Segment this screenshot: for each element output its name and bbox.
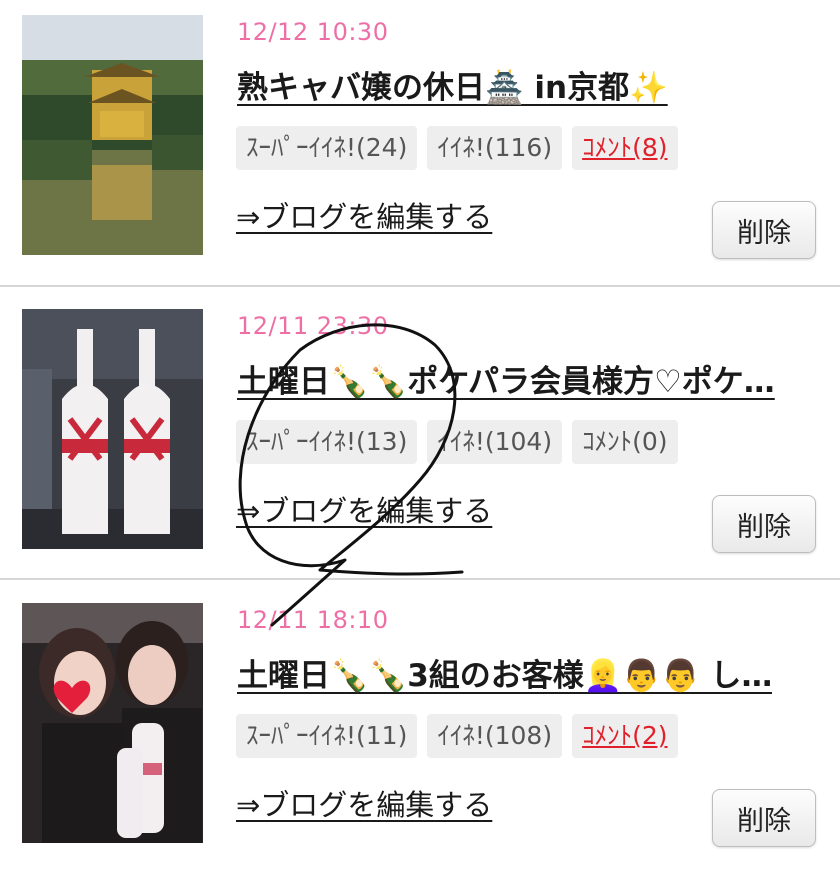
reaction-badges: ｽｰﾊﾟｰｲｲﾈ!(11) ｲｲﾈ!(108) ｺﾒﾝﾄ(2): [236, 714, 678, 758]
edit-blog-link[interactable]: ⇒ブログを編集する: [236, 488, 492, 530]
post-thumbnail[interactable]: [22, 15, 203, 255]
comment-badge[interactable]: ｺﾒﾝﾄ(0): [572, 420, 678, 464]
reaction-badges: ｽｰﾊﾟｰｲｲﾈ!(13) ｲｲﾈ!(104) ｺﾒﾝﾄ(0): [236, 420, 678, 464]
comment-badge[interactable]: ｺﾒﾝﾄ(2): [572, 714, 678, 758]
delete-button[interactable]: 削除: [712, 789, 816, 847]
divider: [0, 578, 840, 580]
blog-post-1: 12/12 10:30 熟キャバ嬢の休日🏯 in京都✨ ｽｰﾊﾟｰｲｲﾈ!(24…: [0, 0, 840, 292]
post-thumbnail[interactable]: [22, 603, 203, 843]
post-title-link[interactable]: 土曜日🍾🍾3組のお客様👱‍♀️👨👨 し…: [237, 650, 772, 695]
reaction-badges: ｽｰﾊﾟｰｲｲﾈ!(24) ｲｲﾈ!(116) ｺﾒﾝﾄ(8): [236, 126, 678, 170]
comment-badge[interactable]: ｺﾒﾝﾄ(8): [572, 126, 678, 170]
like-badge[interactable]: ｲｲﾈ!(116): [427, 126, 563, 170]
blog-post-2: 12/11 23:30 土曜日🍾🍾ポケパラ会員様方♡ポケ… ｽｰﾊﾟｰｲｲﾈ!(…: [0, 293, 840, 585]
delete-button[interactable]: 削除: [712, 201, 816, 259]
like-badge[interactable]: ｲｲﾈ!(104): [427, 420, 563, 464]
edit-blog-link[interactable]: ⇒ブログを編集する: [236, 782, 492, 824]
post-date: 12/11 23:30: [237, 312, 389, 340]
post-thumbnail[interactable]: [22, 309, 203, 549]
post-date: 12/11 18:10: [237, 606, 389, 634]
super-like-badge[interactable]: ｽｰﾊﾟｰｲｲﾈ!(13): [236, 420, 418, 464]
super-like-badge[interactable]: ｽｰﾊﾟｰｲｲﾈ!(24): [236, 126, 418, 170]
blog-post-3: 12/11 18:10 土曜日🍾🍾3組のお客様👱‍♀️👨👨 し… ｽｰﾊﾟｰｲｲ…: [0, 586, 840, 878]
super-like-badge[interactable]: ｽｰﾊﾟｰｲｲﾈ!(11): [236, 714, 418, 758]
edit-blog-link[interactable]: ⇒ブログを編集する: [236, 194, 492, 236]
divider: [0, 285, 840, 287]
delete-button[interactable]: 削除: [712, 495, 816, 553]
post-date: 12/12 10:30: [237, 18, 389, 46]
post-title-link[interactable]: 熟キャバ嬢の休日🏯 in京都✨: [237, 62, 668, 107]
post-title-link[interactable]: 土曜日🍾🍾ポケパラ会員様方♡ポケ…: [237, 356, 775, 401]
like-badge[interactable]: ｲｲﾈ!(108): [427, 714, 563, 758]
